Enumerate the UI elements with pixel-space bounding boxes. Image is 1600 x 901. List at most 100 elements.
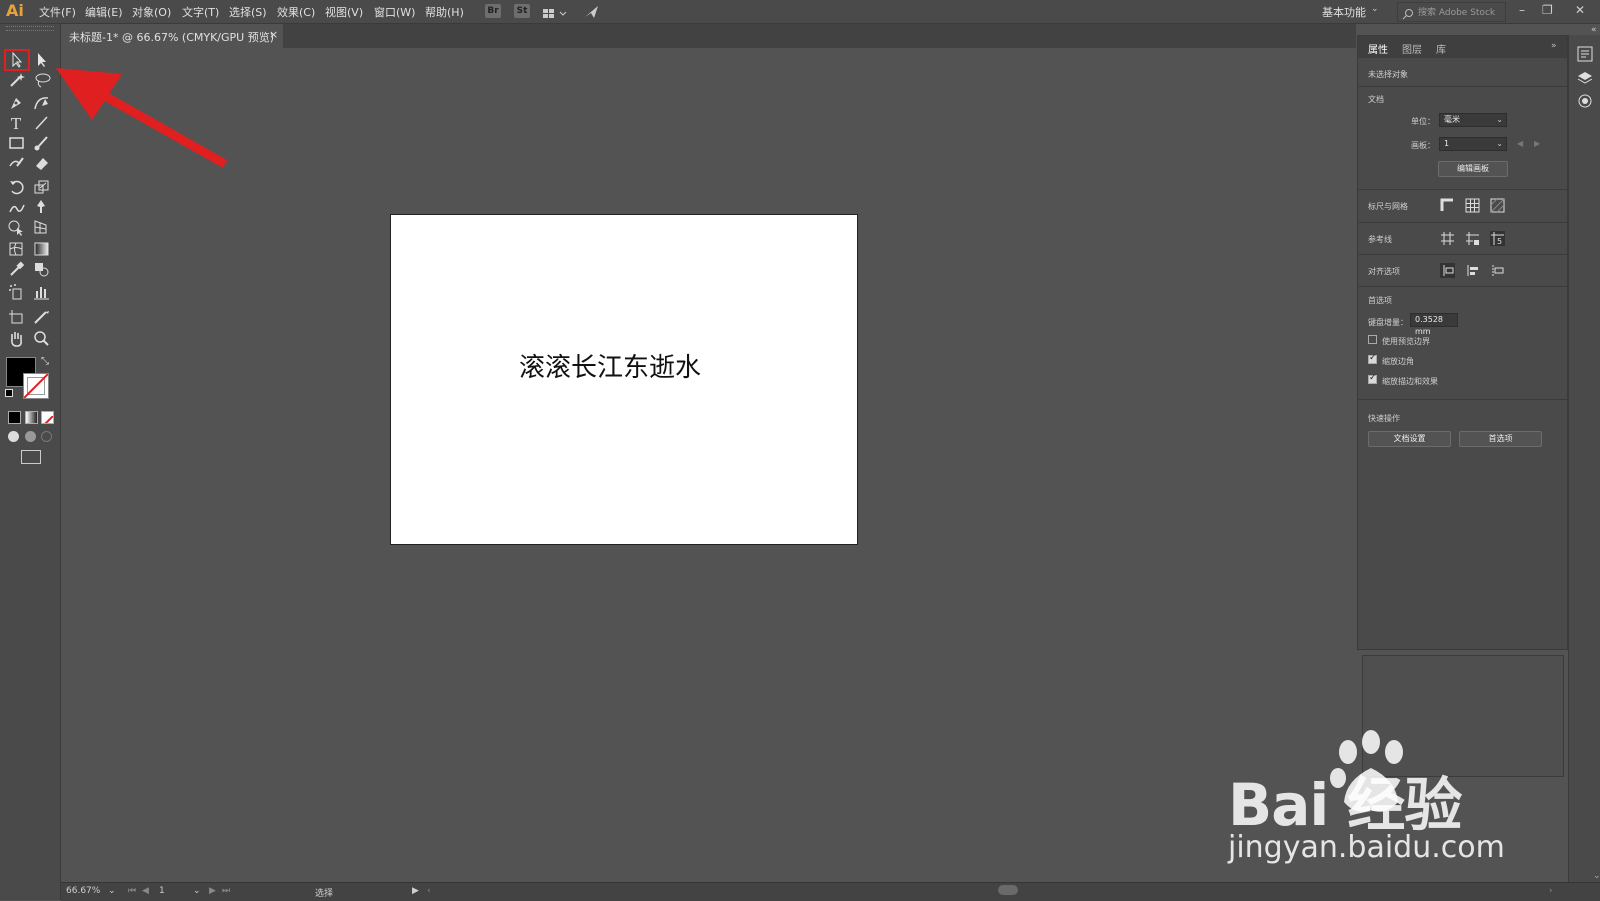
perspective-grid-tool-icon[interactable] <box>32 218 52 236</box>
panel-grip[interactable] <box>6 26 54 31</box>
warp-tool-icon[interactable] <box>7 198 27 216</box>
menu-window[interactable]: 窗口(W) <box>374 4 415 20</box>
show-guides-icon[interactable] <box>1440 231 1455 246</box>
properties-panel-icon[interactable] <box>1577 46 1593 66</box>
artboard-chevron-icon[interactable]: ⌄ <box>193 886 201 896</box>
stock-search-input[interactable]: 搜索 Adobe Stock <box>1397 2 1506 22</box>
default-colors-icon[interactable] <box>5 389 13 397</box>
stroke-color-swatch[interactable] <box>23 373 49 399</box>
grid-icon[interactable] <box>1465 198 1480 213</box>
menu-type[interactable]: 文字(T) <box>182 4 219 20</box>
mesh-tool-icon[interactable] <box>7 240 27 258</box>
blend-tool-icon[interactable] <box>32 260 52 278</box>
status-menu-icon[interactable]: ▶ <box>412 886 419 896</box>
restore-icon[interactable]: ❐ <box>1542 3 1553 17</box>
color-mode-icon[interactable] <box>8 411 21 424</box>
tab-properties[interactable]: 属性 <box>1368 41 1388 56</box>
artboard-value: 1 <box>1444 139 1450 148</box>
edit-artboards-button[interactable]: 编辑画板 <box>1438 161 1508 177</box>
minimize-icon[interactable]: – <box>1519 3 1525 17</box>
puppet-warp-tool-icon[interactable] <box>32 198 52 216</box>
menu-edit[interactable]: 编辑(E) <box>85 4 123 20</box>
rulers-icon[interactable] <box>1440 198 1455 213</box>
draw-inside-icon[interactable] <box>41 431 52 442</box>
lock-guides-icon[interactable] <box>1465 231 1480 246</box>
draw-normal-icon[interactable] <box>8 431 19 442</box>
chevron-down-icon[interactable]: ⌄ <box>1371 4 1379 14</box>
shaper-tool-icon[interactable] <box>7 154 27 172</box>
panel-dock: « ⌄ <box>1568 25 1600 900</box>
menu-effect[interactable]: 效果(C) <box>277 4 315 20</box>
artboard-number[interactable]: 1 <box>159 886 165 896</box>
artboard[interactable]: 滚滚长江东逝水 <box>390 214 858 545</box>
scroll-right-icon[interactable]: › <box>1549 886 1553 896</box>
bridge-icon[interactable]: Br <box>485 4 501 18</box>
scale-corners-checkbox[interactable] <box>1368 353 1377 364</box>
snap-to-glyph-icon[interactable] <box>1490 263 1505 278</box>
magic-wand-tool-icon[interactable] <box>7 71 27 89</box>
none-mode-icon[interactable] <box>41 411 54 424</box>
pen-tool-icon[interactable] <box>7 94 27 112</box>
prev-artboard-nav-icon[interactable]: ◀ <box>142 886 149 896</box>
scale-tool-icon[interactable] <box>32 178 52 196</box>
gradient-mode-icon[interactable] <box>25 411 38 424</box>
horizontal-scrollbar-thumb[interactable] <box>998 885 1018 895</box>
zoom-chevron-icon[interactable]: ⌄ <box>108 886 116 896</box>
column-graph-tool-icon[interactable] <box>32 283 52 301</box>
swap-colors-icon[interactable]: ⤡ <box>41 356 49 367</box>
units-select[interactable]: 毫米 ⌄ <box>1439 113 1507 127</box>
scroll-down-icon[interactable]: ⌄ <box>1593 871 1600 881</box>
screen-mode-icon[interactable] <box>21 450 41 464</box>
next-artboard-nav-icon[interactable]: ▶ <box>209 886 216 896</box>
snap-to-pixel-icon[interactable] <box>1465 263 1480 278</box>
document-tab[interactable]: 未标题-1* @ 66.67% (CMYK/GPU 预览) × <box>61 24 283 48</box>
artboard-tool-icon[interactable] <box>7 308 27 326</box>
keyboard-increment-input[interactable]: 0.3528 mm <box>1410 313 1458 336</box>
close-tab-icon[interactable]: × <box>269 28 278 41</box>
rotate-tool-icon[interactable] <box>7 178 27 196</box>
eyedropper-tool-icon[interactable] <box>7 260 27 278</box>
rectangle-tool-icon[interactable] <box>7 134 27 152</box>
arrange-documents-icon[interactable] <box>543 5 569 24</box>
tab-layers[interactable]: 图层 <box>1402 41 1422 56</box>
artboard-text[interactable]: 滚滚长江东逝水 <box>519 347 701 384</box>
snap-to-point-icon[interactable] <box>1440 263 1455 278</box>
symbol-sprayer-tool-icon[interactable] <box>7 283 27 301</box>
smart-guides-icon[interactable]: 5 <box>1490 231 1505 246</box>
app-logo: Ai <box>6 1 24 20</box>
artboard-select[interactable]: 1 ⌄ <box>1439 137 1507 151</box>
zoom-tool-icon[interactable] <box>32 330 52 348</box>
menu-help[interactable]: 帮助(H) <box>425 4 464 20</box>
dock-collapse-icon[interactable]: « <box>1591 25 1597 35</box>
next-artboard-icon[interactable]: ▶ <box>1534 139 1540 148</box>
zoom-level[interactable]: 66.67% <box>66 886 100 896</box>
menu-select[interactable]: 选择(S) <box>229 4 267 20</box>
gradient-tool-icon[interactable] <box>32 240 52 258</box>
panel-collapse-icon[interactable]: » <box>1551 41 1557 51</box>
transparency-grid-icon[interactable] <box>1490 198 1505 213</box>
hand-tool-icon[interactable] <box>7 330 27 348</box>
tab-libraries[interactable]: 库 <box>1436 41 1446 56</box>
draw-behind-icon[interactable] <box>25 431 36 442</box>
slice-tool-icon[interactable] <box>32 308 52 326</box>
workspace-switcher[interactable]: 基本功能 <box>1322 4 1366 20</box>
scale-strokes-checkbox[interactable] <box>1368 373 1377 384</box>
shape-builder-tool-icon[interactable] <box>7 218 27 236</box>
preview-bounds-checkbox[interactable] <box>1368 335 1377 344</box>
gpu-performance-icon[interactable] <box>584 4 600 23</box>
prev-artboard-icon[interactable]: ◀ <box>1517 139 1523 148</box>
menu-object[interactable]: 对象(O) <box>132 4 171 20</box>
first-artboard-icon[interactable]: ⏮ <box>128 886 136 896</box>
menu-view[interactable]: 视图(V) <box>325 4 363 20</box>
document-setup-button[interactable]: 文档设置 <box>1368 431 1451 447</box>
type-tool-icon[interactable]: T <box>7 114 27 133</box>
selection-tool-icon[interactable] <box>7 51 27 69</box>
close-window-icon[interactable]: ✕ <box>1575 3 1585 17</box>
stock-icon[interactable]: St <box>514 4 530 18</box>
libraries-panel-icon[interactable] <box>1577 93 1593 113</box>
layers-panel-icon[interactable] <box>1577 70 1593 90</box>
scroll-left-icon[interactable]: ‹ <box>427 886 431 896</box>
preferences-button[interactable]: 首选项 <box>1459 431 1542 447</box>
menu-file[interactable]: 文件(F) <box>39 4 76 20</box>
last-artboard-icon[interactable]: ⏭ <box>222 886 230 896</box>
